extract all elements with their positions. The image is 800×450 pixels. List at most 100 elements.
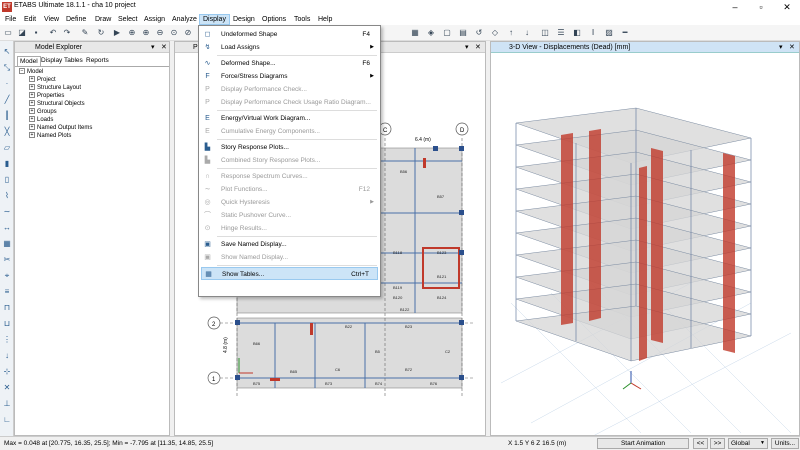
menu-assign[interactable]: Assign — [141, 14, 168, 25]
section-icon[interactable]: Ⅰ — [588, 28, 598, 38]
snap-midpoint-icon[interactable]: ⊥ — [2, 399, 12, 409]
tab-model[interactable]: Model — [17, 56, 41, 66]
zoom-fit-icon[interactable]: ⊙ — [169, 28, 179, 38]
3d-view-window[interactable]: 3-D View - Displacements (Dead) [mm] ▾ ✕ — [490, 41, 800, 436]
refresh-icon[interactable]: ↻ — [96, 28, 106, 38]
close-view-icon[interactable]: ✕ — [475, 43, 481, 51]
pin-icon[interactable]: ▾ — [151, 43, 155, 51]
menu-item-deformed-shape[interactable]: ∿ Deformed Shape... F6 — [201, 57, 378, 70]
undo-icon[interactable]: ↶ — [48, 28, 58, 38]
menu-tools[interactable]: Tools — [291, 14, 313, 25]
draw-pier-icon[interactable]: ⊓ — [2, 303, 12, 313]
menu-select[interactable]: Select — [115, 14, 140, 25]
draw-spandrel-icon[interactable]: ⊔ — [2, 319, 12, 329]
menu-edit[interactable]: Edit — [21, 14, 39, 25]
view-elevation-icon[interactable]: ▤ — [458, 28, 468, 38]
draw-grid-icon[interactable]: ▦ — [2, 239, 12, 249]
fill-icon[interactable]: ▨ — [604, 28, 614, 38]
display-options-icon[interactable]: ☰ — [556, 28, 566, 38]
assign-icon[interactable]: ◧ — [572, 28, 582, 38]
draw-tendon-icon[interactable]: ∼ — [2, 207, 12, 217]
object-shrink-icon[interactable]: ◫ — [540, 28, 550, 38]
draw-floor-icon[interactable]: ▱ — [2, 143, 12, 153]
menu-item-story-response-plots[interactable]: ▙ Story Response Plots... — [201, 141, 378, 154]
tree-item[interactable]: + Loads — [29, 116, 53, 124]
maximize-button[interactable]: ▫ — [748, 0, 774, 14]
expand-icon[interactable]: + — [29, 124, 35, 131]
view-plan-icon[interactable]: ▢ — [442, 28, 452, 38]
draw-link-icon[interactable]: ⌇ — [2, 191, 12, 201]
menu-options[interactable]: Options — [259, 14, 289, 25]
expand-icon[interactable]: + — [29, 76, 35, 83]
start-animation-button[interactable]: Start Animation — [597, 438, 689, 449]
units-button[interactable]: Units... — [771, 438, 799, 449]
menu-item-load-assigns[interactable]: ↯ Load Assigns ▶ — [201, 41, 378, 54]
zoom-in-icon[interactable]: ⊕ — [141, 28, 151, 38]
draw-opening-icon[interactable]: ▯ — [2, 175, 12, 185]
draw-wall-icon[interactable]: ▮ — [2, 159, 12, 169]
snap-perpendicular-icon[interactable]: ∟ — [2, 415, 12, 425]
new-icon[interactable]: ▭ — [3, 28, 13, 38]
draw-column-icon[interactable]: ┃ — [2, 111, 12, 121]
tab-display[interactable]: Display — [39, 56, 64, 66]
minimize-button[interactable]: – — [722, 0, 748, 14]
menu-help[interactable]: Help — [315, 14, 335, 25]
draw-brace-icon[interactable]: ╳ — [2, 127, 12, 137]
run-icon[interactable]: ▶ — [112, 28, 122, 38]
menu-file[interactable]: File — [2, 14, 19, 25]
expand-icon[interactable]: + — [29, 84, 35, 91]
perspective-icon[interactable]: ◇ — [490, 28, 500, 38]
draw-section-cut-icon[interactable]: ✂ — [2, 255, 12, 265]
tab-reports[interactable]: Reports — [84, 56, 111, 66]
close-view-icon[interactable]: ✕ — [789, 43, 795, 51]
tree-item[interactable]: + Project — [29, 76, 56, 84]
expand-icon[interactable]: + — [29, 100, 35, 107]
tree-root[interactable]: − Model — [19, 68, 43, 76]
grid-icon[interactable]: ▦ — [410, 28, 420, 38]
draw-joint-icon[interactable]: · — [2, 79, 12, 89]
draw-beam-icon[interactable]: ╱ — [2, 95, 12, 105]
draw-rebar-icon[interactable]: ⋮ — [2, 335, 12, 345]
draw-strip-icon[interactable]: ≡ — [2, 287, 12, 297]
menu-draw[interactable]: Draw — [92, 14, 114, 25]
pin-icon[interactable]: ▾ — [779, 43, 783, 51]
up-arrow-icon[interactable]: ↑ — [506, 28, 516, 38]
collapse-icon[interactable]: − — [19, 68, 25, 75]
menu-analyze[interactable]: Analyze — [169, 14, 200, 25]
down-arrow-icon[interactable]: ↓ — [522, 28, 532, 38]
tree-item[interactable]: + Groups — [29, 108, 57, 116]
line-style-icon[interactable]: ━ — [620, 28, 630, 38]
menu-design[interactable]: Design — [230, 14, 258, 25]
snap-intersection-icon[interactable]: ✕ — [2, 383, 12, 393]
pointer-icon[interactable]: ↖ — [2, 47, 12, 57]
menu-item-force-stress-diagrams[interactable]: F Force/Stress Diagrams ▶ — [201, 70, 378, 83]
tree-item[interactable]: + Named Plots — [29, 132, 71, 140]
tree-item[interactable]: + Properties — [29, 92, 64, 100]
zoom-window-icon[interactable]: ⊕ — [127, 28, 137, 38]
draw-reference-icon[interactable]: ⌖ — [2, 271, 12, 281]
menu-display[interactable]: Display — [199, 14, 230, 25]
menu-item-show-tables[interactable]: ▦ Show Tables... Ctrl+T — [201, 267, 378, 280]
close-panel-icon[interactable]: ✕ — [161, 43, 167, 51]
reshape-icon[interactable]: ⤡ — [2, 63, 12, 73]
tree-item[interactable]: + Structural Objects — [29, 100, 85, 108]
expand-icon[interactable]: + — [29, 108, 35, 115]
expand-icon[interactable]: + — [29, 116, 35, 123]
menu-item-save-named-display[interactable]: ▣ Save Named Display... — [201, 238, 378, 251]
draw-point-load-icon[interactable]: ↓ — [2, 351, 12, 361]
menu-item-energy-virtual-work-diagram[interactable]: E Energy/Virtual Work Diagram... — [201, 112, 378, 125]
rotate-icon[interactable]: ↺ — [474, 28, 484, 38]
previous-button[interactable]: << — [693, 438, 708, 449]
close-button[interactable]: ✕ — [774, 0, 800, 14]
redo-icon[interactable]: ↷ — [62, 28, 72, 38]
snap-icon[interactable]: ⊹ — [2, 367, 12, 377]
save-icon[interactable]: ▪ — [31, 28, 41, 38]
tree-item[interactable]: + Structure Layout — [29, 84, 81, 92]
zoom-previous-icon[interactable]: ⊘ — [183, 28, 193, 38]
menu-item-undeformed-shape[interactable]: ◻ Undeformed Shape F4 — [201, 28, 378, 41]
expand-icon[interactable]: + — [29, 132, 35, 139]
zoom-out-icon[interactable]: ⊖ — [155, 28, 165, 38]
open-icon[interactable]: ◪ — [17, 28, 27, 38]
tab-tables[interactable]: Tables — [62, 56, 85, 66]
pin-icon[interactable]: ▾ — [465, 43, 469, 51]
